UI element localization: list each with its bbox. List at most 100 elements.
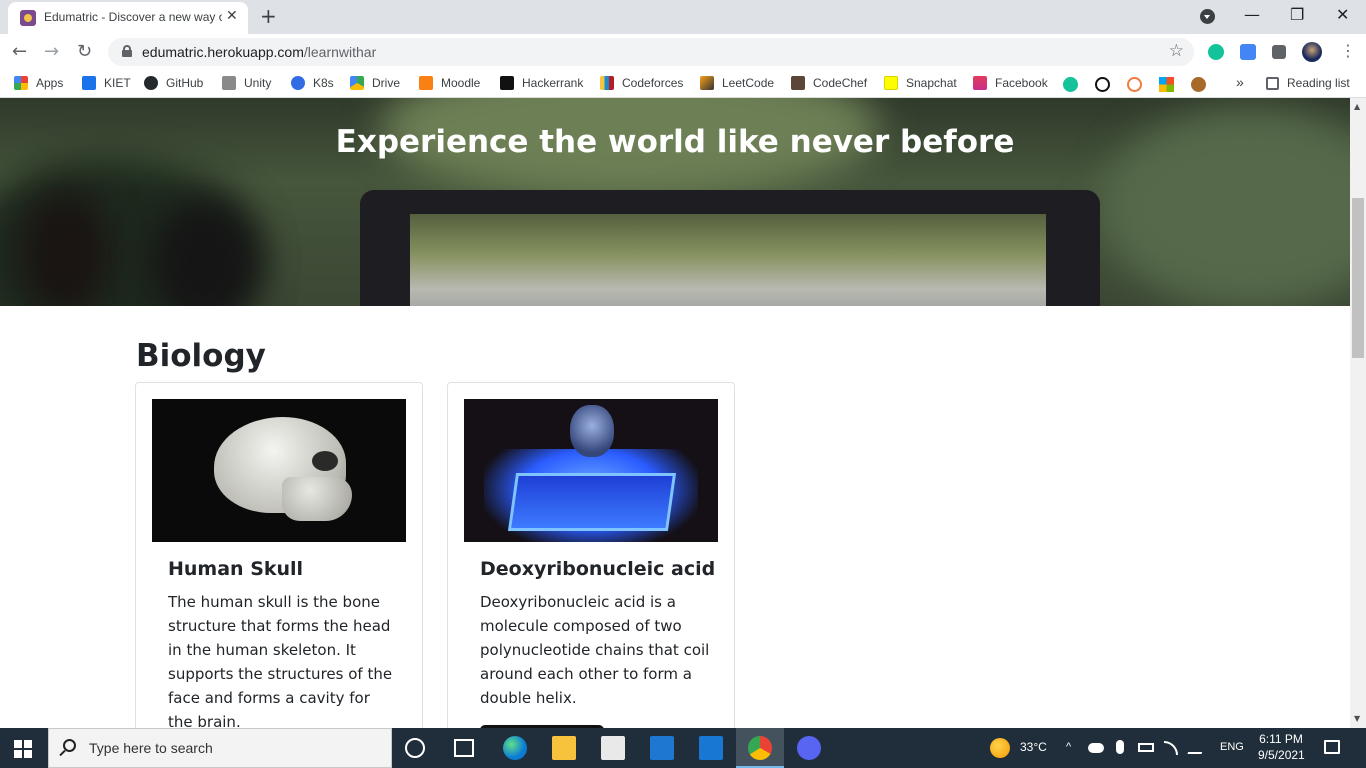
battery-icon[interactable] [1138, 743, 1154, 752]
codechef-icon [791, 76, 805, 90]
mail-icon[interactable] [699, 736, 723, 760]
scroll-down-icon[interactable]: ▼ [1354, 714, 1360, 723]
tab-strip: Edumatric - Discover a new way of ✕ + — … [0, 0, 1366, 34]
bookmark-facebook[interactable]: Facebook [973, 76, 1048, 90]
notifications-icon[interactable] [1324, 740, 1340, 754]
browser-toolbar: ← → ↻ edumatric.herokuapp.com/learnwitha… [0, 34, 1366, 70]
bookmark-k8s[interactable]: K8s [291, 76, 334, 90]
hero-title: Experience the world like never before [335, 124, 1015, 160]
animal-bookmark-icon[interactable] [1191, 77, 1206, 92]
start-button[interactable] [14, 740, 32, 758]
chrome-icon [748, 736, 772, 760]
bookmark-unity[interactable]: Unity [222, 76, 271, 90]
address-bar[interactable]: edumatric.herokuapp.com/learnwithar ☆ [108, 38, 1194, 66]
google-drive-icon [350, 76, 364, 90]
reading-list-button[interactable]: Reading list [1266, 76, 1350, 90]
card-text: Deoxyribonucleic acid is a molecule comp… [480, 593, 710, 707]
tab-search-icon[interactable] [1200, 9, 1215, 24]
taskbar-clock[interactable]: 6:11 PM 9/5/2021 [1258, 731, 1305, 763]
wifi-icon[interactable] [1164, 741, 1178, 755]
microphone-icon[interactable] [1116, 740, 1124, 754]
browser-menu-icon[interactable]: ⋮ [1340, 41, 1356, 60]
windows-logo-icon [14, 740, 22, 748]
tab-close-icon[interactable]: ✕ [226, 8, 238, 24]
new-tab-button[interactable]: + [260, 4, 277, 28]
dna-image-shape [507, 473, 677, 531]
site-favicon-icon [20, 10, 36, 26]
card-title: Deoxyribonucleic acid [480, 558, 716, 580]
windows-taskbar: Type here to search 33°C ^ ENG 6:11 PM 9… [0, 728, 1366, 768]
bookmark-label: K8s [313, 76, 334, 90]
codeforces-icon [600, 76, 614, 90]
bookmark-apps[interactable]: Apps [14, 76, 63, 90]
taskbar-search[interactable]: Type here to search [48, 728, 392, 768]
url-text[interactable]: edumatric.herokuapp.com/learnwithar [142, 44, 376, 60]
store-icon[interactable] [601, 736, 625, 760]
card-human-skull[interactable]: Human Skull The human skull is the bone … [135, 382, 423, 728]
reload-button[interactable]: ↻ [77, 41, 92, 62]
back-button[interactable]: ← [12, 41, 27, 62]
card-text: The human skull is the bone structure th… [168, 593, 393, 728]
bookmark-drive[interactable]: Drive [350, 76, 400, 90]
weather-temperature[interactable]: 33°C [1020, 740, 1047, 754]
grammarly-extension-icon[interactable] [1208, 44, 1224, 60]
translate-extension-icon[interactable] [1240, 44, 1256, 60]
movies-tv-icon[interactable] [650, 736, 674, 760]
clock-date: 9/5/2021 [1258, 748, 1305, 762]
github-icon [144, 76, 158, 90]
url-domain: edumatric.herokuapp.com [142, 44, 304, 60]
bookmark-label: Codeforces [622, 76, 684, 90]
bookmark-label: Facebook [995, 76, 1048, 90]
bookmark-label: GitHub [166, 76, 204, 90]
page-scrollbar[interactable]: ▲ ▼ [1350, 98, 1366, 728]
task-view-icon[interactable] [454, 739, 474, 757]
weather-icon[interactable] [990, 738, 1010, 758]
bookmark-leetcode[interactable]: LeetCode [700, 76, 774, 90]
restore-button[interactable]: ❐ [1290, 5, 1304, 24]
scroll-thumb[interactable] [1352, 198, 1364, 358]
discord-icon[interactable] [797, 736, 821, 760]
clock-bookmark-icon[interactable] [1127, 77, 1142, 92]
close-window-button[interactable]: ✕ [1336, 5, 1349, 24]
lock-icon[interactable] [122, 45, 132, 57]
cortana-icon[interactable] [405, 738, 425, 758]
tab-title: Edumatric - Discover a new way of [44, 10, 222, 24]
clock-time: 6:11 PM [1259, 732, 1303, 746]
windows-logo-icon [14, 750, 22, 758]
bookmark-snapchat[interactable]: Snapchat [884, 76, 957, 90]
apps-grid-icon [14, 76, 28, 90]
file-explorer-icon[interactable] [552, 736, 576, 760]
bookmark-moodle[interactable]: Moodle [419, 76, 480, 90]
kubernetes-icon [291, 76, 305, 90]
bookmark-kiet[interactable]: KIET [82, 76, 131, 90]
browser-tab[interactable]: Edumatric - Discover a new way of ✕ [8, 2, 248, 34]
grammarly-bookmark-icon[interactable] [1063, 77, 1078, 92]
bookmark-github[interactable]: GitHub [144, 76, 203, 90]
snapchat-icon [884, 76, 898, 90]
bookmarks-overflow-button[interactable]: » [1236, 74, 1244, 90]
hero-laptop-screen [410, 214, 1046, 306]
bookmark-hackerrank[interactable]: Hackerrank [500, 76, 583, 90]
pen-icon[interactable] [1187, 740, 1207, 754]
chrome-taskbar-button[interactable] [736, 728, 784, 768]
bookmark-label: Unity [244, 76, 272, 90]
bookmark-star-icon[interactable]: ☆ [1169, 41, 1184, 61]
leetcode-icon [700, 76, 714, 90]
microsoft-bookmark-icon[interactable] [1159, 77, 1174, 92]
url-path: /learnwithar [303, 44, 377, 60]
bookmark-label: KIET [104, 76, 131, 90]
card-dna[interactable]: Deoxyribonucleic acid Deoxyribonucleic a… [447, 382, 735, 728]
edge-icon[interactable] [503, 736, 527, 760]
scroll-up-icon[interactable]: ▲ [1354, 102, 1360, 111]
bookmark-codeforces[interactable]: Codeforces [600, 76, 683, 90]
profile-avatar[interactable] [1302, 42, 1322, 62]
bookmark-codechef[interactable]: CodeChef [791, 76, 867, 90]
onedrive-icon[interactable] [1088, 743, 1104, 753]
language-indicator[interactable]: ENG [1220, 741, 1244, 753]
udemy-bookmark-icon[interactable] [1095, 77, 1110, 92]
forward-button[interactable]: → [44, 41, 59, 62]
bookmarks-bar: Apps KIET GitHub Unity K8s Drive Moodle … [0, 70, 1366, 98]
show-hidden-icons-icon[interactable]: ^ [1066, 741, 1071, 753]
minimize-button[interactable]: — [1244, 5, 1260, 24]
extensions-puzzle-icon[interactable] [1272, 45, 1286, 59]
